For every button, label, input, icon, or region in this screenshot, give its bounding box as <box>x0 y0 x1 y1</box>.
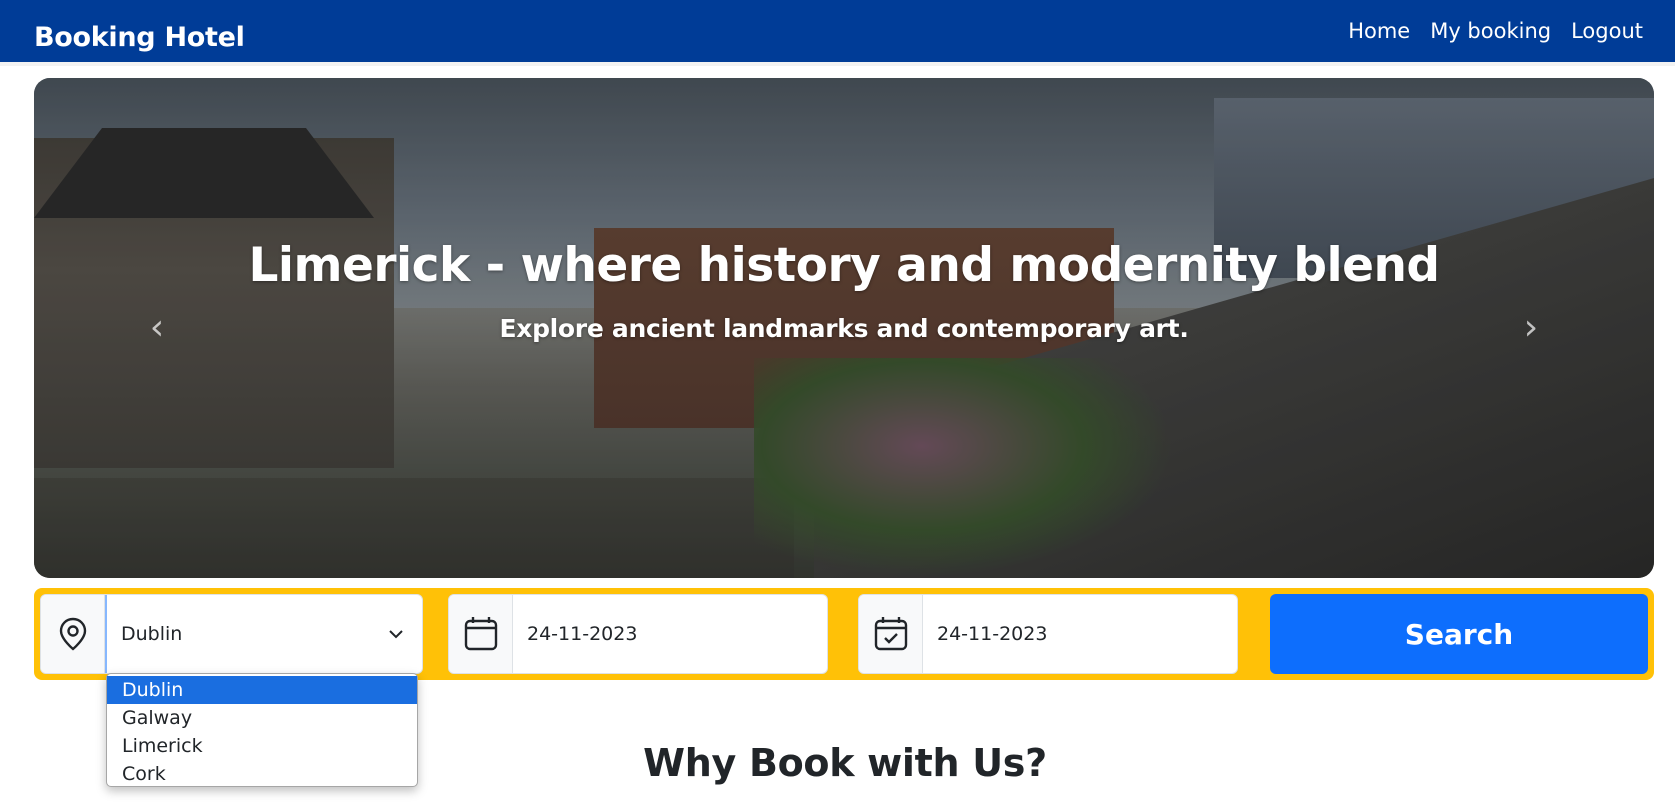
hero-title: Limerick - where history and modernity b… <box>248 238 1440 293</box>
brand-logo-text[interactable]: Booking Hotel <box>34 22 245 53</box>
checkout-date-group: 24-11-2023 <box>858 594 1238 674</box>
nav-link-home[interactable]: Home <box>1348 19 1410 43</box>
location-option-galway[interactable]: Galway <box>107 704 417 732</box>
hero-carousel: ‹ › Limerick - where history and moderni… <box>34 78 1654 578</box>
checkin-date-group: 24-11-2023 <box>448 594 828 674</box>
calendar-check-icon <box>859 595 923 673</box>
nav-links: Home My booking Logout <box>1348 19 1643 43</box>
checkout-date-input[interactable]: 24-11-2023 <box>923 595 1237 673</box>
nav-link-my-booking[interactable]: My booking <box>1430 19 1551 43</box>
why-book-heading: Why Book with Us? <box>643 741 1047 785</box>
location-pin-icon <box>41 595 105 673</box>
location-select-value: Dublin <box>121 623 183 645</box>
nav-link-logout[interactable]: Logout <box>1571 19 1643 43</box>
location-select[interactable]: Dublin <box>105 595 422 673</box>
checkin-date-input[interactable]: 24-11-2023 <box>513 595 827 673</box>
location-option-dublin[interactable]: Dublin <box>107 676 417 704</box>
chevron-down-icon <box>389 630 403 639</box>
hero-subtitle: Explore ancient landmarks and contempora… <box>499 314 1189 343</box>
calendar-icon <box>449 595 513 673</box>
location-select-group: Dublin <box>40 594 423 674</box>
search-bar: Dublin 24-11-2023 24-11-2023 Search <box>34 588 1654 680</box>
search-button[interactable]: Search <box>1270 594 1648 674</box>
top-navbar: Booking Hotel Home My booking Logout <box>0 0 1675 66</box>
